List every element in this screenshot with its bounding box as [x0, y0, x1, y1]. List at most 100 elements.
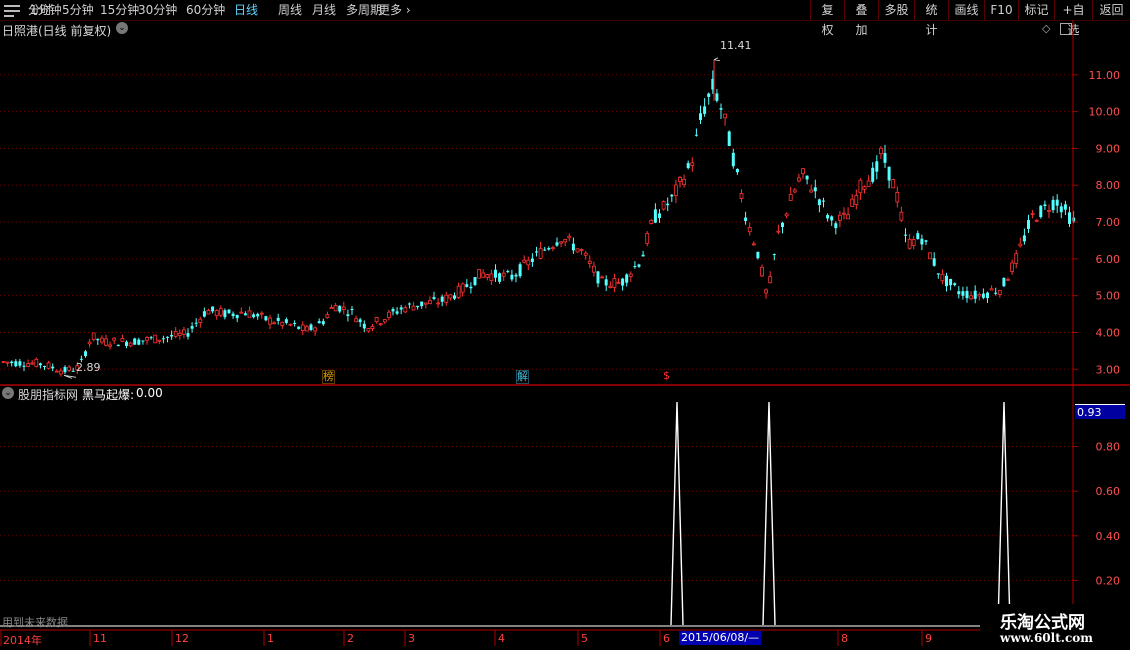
candle-body — [1063, 204, 1067, 210]
candle-body — [628, 273, 633, 277]
marker-bang-icon[interactable]: 榜 — [322, 370, 335, 384]
candle-body — [5, 361, 10, 364]
candle-body — [112, 337, 117, 341]
candle-body — [965, 290, 969, 299]
window-toggle-icon[interactable] — [1060, 23, 1072, 35]
candle-body — [116, 344, 120, 347]
candle-body — [54, 370, 59, 373]
candle-body — [826, 215, 830, 219]
marker-jie-icon[interactable]: 解 — [516, 370, 529, 384]
candle-body — [378, 323, 383, 326]
candle-body — [813, 187, 817, 192]
candle-body — [358, 319, 362, 323]
candle-body — [904, 234, 907, 236]
y-tick-label: 4.00 — [1096, 326, 1121, 339]
candle-body — [386, 311, 391, 318]
candle-body — [551, 247, 555, 250]
candlestick-series — [1, 57, 1076, 379]
candle-body — [473, 277, 477, 285]
indicator-grid: 0.20 0.40 0.60 0.80 — [0, 441, 1121, 587]
candle-body — [297, 326, 301, 329]
candle-body — [403, 307, 408, 313]
candle-body — [772, 254, 776, 256]
candle-body — [218, 308, 223, 316]
candle-body — [538, 248, 543, 259]
candle-body — [354, 318, 359, 323]
signal-spike — [762, 401, 776, 626]
candle-body — [801, 168, 805, 175]
candle-body — [420, 301, 424, 307]
marker-dollar-icon[interactable]: $ — [663, 370, 670, 382]
candle-body — [444, 294, 449, 303]
year-label: 2014年 — [3, 634, 42, 647]
candle-body — [678, 176, 682, 182]
candle-body — [559, 241, 563, 244]
candle-body — [928, 252, 932, 260]
candle-body — [858, 179, 863, 194]
candle-body — [953, 283, 957, 286]
candle-body — [498, 273, 502, 282]
candle-body — [686, 163, 690, 169]
candle-body — [735, 169, 739, 173]
month-label: 8 — [841, 632, 848, 645]
candle-body — [1014, 253, 1019, 264]
candle-body — [694, 134, 698, 136]
candle-body — [744, 217, 748, 222]
candle-body — [133, 338, 137, 345]
candle-body — [481, 272, 486, 278]
candle-body — [300, 324, 305, 331]
indicator-series-value: 0.00 — [136, 386, 163, 400]
candle-body — [641, 254, 645, 257]
y-tick-label: 0.20 — [1096, 574, 1121, 587]
candle-body — [173, 330, 178, 337]
candle-body — [612, 278, 617, 288]
candle-body — [407, 303, 411, 305]
candle-body — [465, 284, 469, 287]
candle-body — [731, 152, 735, 167]
candle-body — [961, 291, 965, 296]
candle-body — [501, 272, 506, 277]
candle-body — [768, 276, 773, 284]
candle-body — [194, 322, 198, 324]
candle-body — [432, 297, 436, 299]
candle-body — [616, 281, 621, 284]
candle-body — [333, 305, 338, 312]
candle-body — [842, 212, 846, 215]
month-label: 2 — [347, 632, 354, 645]
title-dropdown-icon[interactable]: ⌄ — [116, 22, 128, 34]
candle-body — [621, 278, 625, 286]
candle-body — [977, 293, 982, 297]
y-tick-label: 10.00 — [1089, 106, 1121, 119]
candle-body — [235, 314, 239, 319]
candle-body — [91, 332, 96, 341]
candle-body — [707, 93, 711, 97]
candle-body — [670, 194, 674, 197]
candle-body — [1055, 199, 1059, 206]
candle-body — [883, 153, 887, 163]
indicator-current-badge: 0.93 — [1075, 404, 1125, 419]
candle-body — [563, 238, 568, 243]
diamond-icon[interactable]: ◇ — [1042, 22, 1050, 35]
candle-body — [583, 252, 588, 256]
candle-body — [911, 239, 916, 246]
candle-body — [571, 243, 575, 251]
candle-body — [84, 351, 87, 357]
min-pointer — [63, 374, 77, 379]
candle-body — [362, 323, 366, 329]
candle-body — [59, 370, 63, 375]
candle-body — [51, 366, 55, 369]
candle-body — [715, 93, 719, 101]
candle-body — [477, 269, 482, 279]
candle-body — [329, 306, 334, 309]
watermark-url: www.60lt.com — [1000, 631, 1093, 645]
signal-spike — [997, 401, 1011, 626]
candle-body — [592, 265, 596, 273]
future-data-note: 用到未来数据 — [2, 616, 68, 629]
month-label: 12 — [175, 632, 189, 645]
candle-body — [932, 258, 936, 266]
candle-body — [862, 186, 867, 190]
candle-body — [288, 323, 293, 326]
indicator-dropdown-icon[interactable]: ⌄ — [2, 387, 14, 399]
candle-body — [247, 310, 252, 318]
candle-body — [674, 184, 678, 196]
